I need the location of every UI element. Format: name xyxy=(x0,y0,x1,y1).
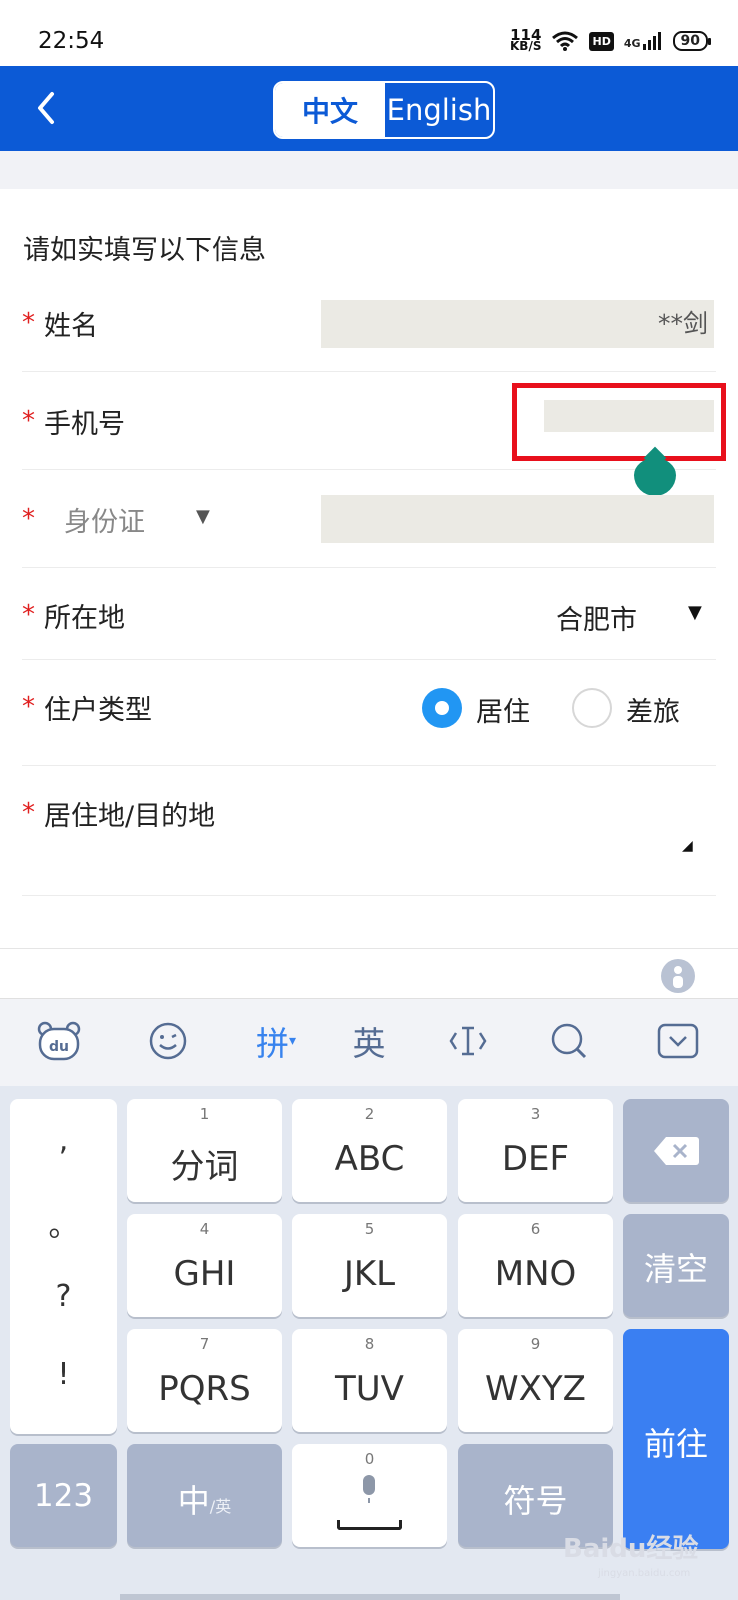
dropdown-arrow-icon[interactable]: ▼ xyxy=(196,506,210,527)
space-key[interactable]: 0 xyxy=(292,1444,447,1547)
search-icon[interactable] xyxy=(548,1013,590,1069)
status-icons: 114 KB/S HD 4G 90 xyxy=(510,26,712,53)
key-4[interactable]: 4 GHI xyxy=(127,1214,282,1317)
location-select[interactable]: 合肥市 xyxy=(556,598,637,637)
watermark-url: jingyan.baidu.com xyxy=(598,1568,691,1579)
radio-business-trip-label[interactable]: 差旅 xyxy=(626,690,680,729)
pinyin-mode-button[interactable]: 拼 ▾ xyxy=(246,1013,306,1069)
section-divider xyxy=(0,151,738,189)
key-8[interactable]: 8 TUV xyxy=(292,1329,447,1432)
destination-label: 居住地/目的地 xyxy=(44,801,216,832)
watermark: Baidu经验 xyxy=(563,1534,699,1564)
space-bar-icon xyxy=(337,1520,402,1530)
keyboard-toolbar: du 拼 ▾ 英 xyxy=(0,998,738,1086)
dropdown-arrow-icon[interactable]: ▼ xyxy=(688,602,702,623)
key-9[interactable]: 9 WXYZ xyxy=(458,1329,613,1432)
name-label: 姓名 xyxy=(44,311,98,342)
home-indicator xyxy=(120,1594,620,1600)
signal-icon: 4G xyxy=(624,32,663,50)
radio-resident[interactable] xyxy=(422,688,462,728)
required-mark: * xyxy=(22,600,35,630)
required-mark: * xyxy=(22,308,35,338)
number-mode-button[interactable]: 123 xyxy=(10,1444,117,1547)
required-mark: * xyxy=(22,798,35,828)
keyboard-top-strip xyxy=(0,948,738,998)
key-1[interactable]: 1 分词 xyxy=(127,1099,282,1202)
chevron-left-icon xyxy=(38,92,54,124)
dropdown-arrow-icon[interactable]: ◢ xyxy=(682,838,693,854)
required-mark: * xyxy=(22,406,35,436)
tab-english[interactable]: English xyxy=(385,83,493,137)
zh-en-toggle-button[interactable]: 中/英 xyxy=(127,1444,282,1547)
key-6[interactable]: 6 MNO xyxy=(458,1214,613,1317)
resident-type-row: * 住户类型 居住 差旅 xyxy=(22,660,716,766)
destination-row: * 居住地/目的地 ◢ xyxy=(22,766,716,896)
status-time: 22:54 xyxy=(38,28,105,54)
location-row: * 所在地 合肥市 ▼ xyxy=(22,568,716,660)
phone-label: 手机号 xyxy=(44,409,125,440)
hd-badge: HD xyxy=(589,31,614,51)
form-intro: 请如实填写以下信息 xyxy=(23,235,266,266)
key-7[interactable]: 7 PQRS xyxy=(127,1329,282,1432)
location-label: 所在地 xyxy=(44,603,125,634)
id-row: * 身份证 ▼ xyxy=(22,470,716,568)
language-switch: 中文 English xyxy=(273,81,495,139)
required-mark: * xyxy=(22,692,35,722)
id-type-select[interactable]: 身份证 xyxy=(64,500,145,539)
backspace-icon xyxy=(654,1137,699,1165)
go-button[interactable]: 前往 xyxy=(623,1329,729,1549)
cursor-move-icon[interactable] xyxy=(446,1013,490,1069)
radio-business-trip[interactable] xyxy=(572,688,612,728)
required-mark: * xyxy=(22,504,35,534)
name-field[interactable]: **剑 xyxy=(321,300,714,348)
wifi-icon xyxy=(551,30,579,52)
collapse-keyboard-icon[interactable] xyxy=(656,1013,700,1069)
key-3[interactable]: 3 DEF xyxy=(458,1099,613,1202)
highlight-frame xyxy=(512,383,726,461)
id-number-field[interactable] xyxy=(321,495,714,543)
delete-button[interactable] xyxy=(623,1099,729,1202)
key-2[interactable]: 2 ABC xyxy=(292,1099,447,1202)
app-header: 中文 English xyxy=(0,66,738,151)
assistant-icon[interactable] xyxy=(660,959,696,997)
network-speed: 114 KB/S xyxy=(510,26,542,53)
status-bar: 22:54 114 KB/S HD 4G 90 xyxy=(0,0,738,66)
back-button[interactable] xyxy=(30,86,70,130)
key-5[interactable]: 5 JKL xyxy=(292,1214,447,1317)
clear-button[interactable]: 清空 xyxy=(623,1214,729,1317)
name-row: * 姓名 **剑 xyxy=(22,290,716,372)
tab-chinese[interactable]: 中文 xyxy=(275,83,385,137)
microphone-icon xyxy=(363,1475,375,1503)
emoji-icon[interactable] xyxy=(146,1013,190,1069)
svg-text:du: du xyxy=(49,1039,69,1055)
resident-type-label: 住户类型 xyxy=(44,695,152,726)
battery-indicator: 90 xyxy=(672,31,712,51)
english-mode-button[interactable]: 英 xyxy=(344,1013,394,1069)
radio-resident-label[interactable]: 居住 xyxy=(476,690,530,729)
du-bear-icon[interactable]: du xyxy=(36,1013,82,1069)
punctuation-key[interactable]: , 。 ? ! xyxy=(10,1099,117,1434)
